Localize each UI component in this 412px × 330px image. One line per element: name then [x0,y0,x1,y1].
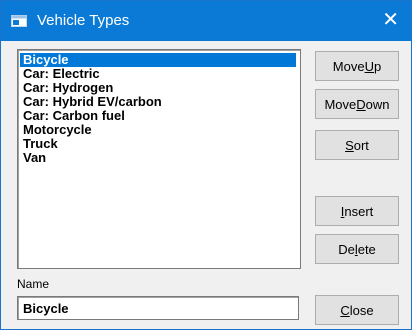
delete-label: Delete [338,241,376,257]
vehicle-types-list[interactable]: Bicycle Car: Electric Car: Hydrogen Car:… [17,49,301,269]
list-item[interactable]: Car: Electric [20,67,296,81]
insert-button[interactable]: Insert [315,196,399,226]
insert-label: Insert [340,203,374,219]
sort-label: Sort [345,137,369,153]
delete-button[interactable]: Delete [315,234,399,264]
app-window-icon [11,15,27,27]
close-label: Close [340,302,374,318]
close-window-button[interactable]: ✕ [382,9,399,31]
list-item[interactable]: Car: Hybrid EV/carbon [20,95,296,109]
sort-button[interactable]: Sort [315,130,399,160]
name-field[interactable] [17,296,299,320]
move-down-label: Move Down [324,96,390,112]
list-item[interactable]: Car: Carbon fuel [20,109,296,123]
list-item[interactable]: Van [20,151,296,165]
close-button[interactable]: Close [315,295,399,325]
list-item[interactable]: Motorcycle [20,123,296,137]
title-bar[interactable]: Vehicle Types ✕ [1,1,411,41]
move-down-button[interactable]: Move Down [315,89,399,119]
list-item[interactable]: Bicycle [20,53,296,67]
name-label: Name [17,277,50,291]
list-item[interactable]: Car: Hydrogen [20,81,296,95]
list-item[interactable]: Truck [20,137,296,151]
window-title: Vehicle Types [37,12,130,29]
move-up-label: Move Up [332,58,382,74]
move-up-button[interactable]: Move Up [315,51,399,81]
vehicle-types-dialog: Vehicle Types ✕ Bicycle Car: Electric Ca… [0,0,412,330]
